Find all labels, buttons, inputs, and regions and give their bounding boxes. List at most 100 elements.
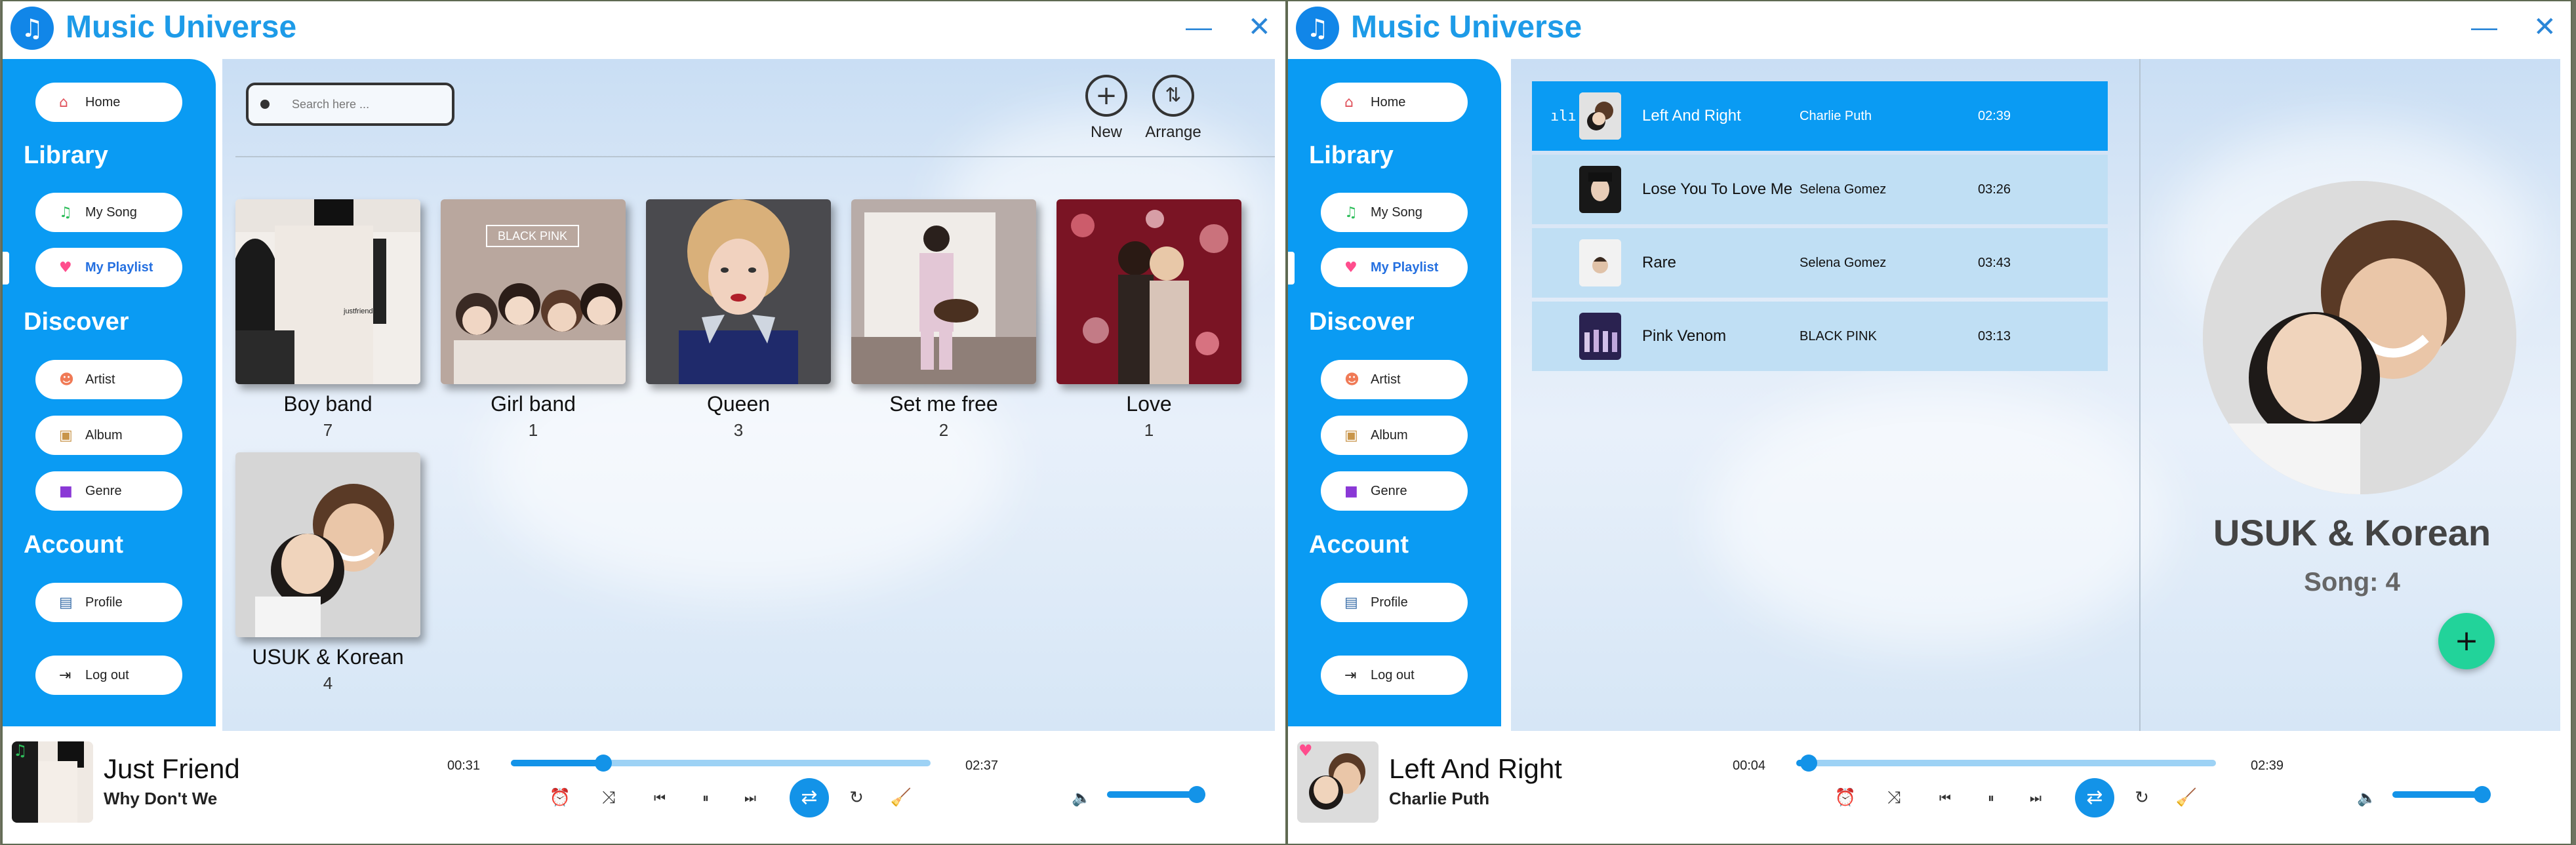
plus-icon: + <box>1085 75 1127 117</box>
sidebar: ⌂ Home Library ♫ My Song ♥ My Playlist Disc… <box>3 59 216 726</box>
sidebar-item-artist[interactable]: ☻ Artist <box>1321 360 1468 399</box>
playlist-count: 4 <box>323 673 333 693</box>
repeat-button[interactable]: ⇄ <box>790 778 829 817</box>
volume-icon[interactable]: 🔈 <box>2357 789 2377 807</box>
cloud-decoration <box>1708 387 2167 649</box>
discover-heading: Discover <box>1309 308 1415 336</box>
volume-handle[interactable] <box>2474 786 2491 803</box>
progress-slider[interactable] <box>1796 755 2216 772</box>
replay-button[interactable]: ↻ <box>2129 785 2155 811</box>
music-note-icon: ♫ <box>1296 7 1339 50</box>
repeat-button[interactable]: ⇄ <box>2075 778 2114 817</box>
arrange-button[interactable]: ⇅ Arrange <box>1140 75 1206 142</box>
music-note-icon: ♫ <box>1344 204 1358 221</box>
playlist-card[interactable]: BLACK PINK Girl band 1 <box>441 199 626 441</box>
box-icon: ▣ <box>59 427 73 444</box>
playlist-card[interactable]: USUK & Korean 4 <box>235 452 420 694</box>
playlist-name: Queen <box>706 392 771 416</box>
shuffle-button[interactable]: ⤨ <box>595 785 622 811</box>
volume-handle[interactable] <box>1188 786 1205 803</box>
sidebar-item-profile[interactable]: ▤ Profile <box>35 583 182 622</box>
song-title: Lose You To Love Me <box>1642 180 1793 198</box>
music-note-icon: ♫ <box>59 204 72 221</box>
progress-slider[interactable] <box>511 755 931 772</box>
progress-handle[interactable] <box>1800 755 1818 772</box>
sidebar-item-label: Genre <box>85 483 122 498</box>
playlist-name: Girl band <box>491 392 576 416</box>
new-label: New <box>1090 123 1122 141</box>
song-row[interactable]: Lose You To Love Me Selena Gomez 03:26 <box>1532 155 2108 224</box>
clear-queue-icon[interactable]: 🧹 <box>2173 785 2200 811</box>
song-row[interactable]: Pink Venom BLACK PINK 03:13 <box>1532 302 2108 371</box>
previous-button[interactable]: ⏮ <box>1932 785 1958 811</box>
account-heading: Account <box>1309 531 1409 559</box>
song-thumbnail <box>1579 166 1621 213</box>
album-art-text: BLACK PINK <box>498 229 567 243</box>
playlist-card[interactable]: Queen 3 <box>646 199 831 441</box>
next-button[interactable]: ⏭ <box>2023 785 2049 811</box>
player-bar: ♫ Just Friend Why Don't We 00:31 02:37 ⏰… <box>3 731 1285 844</box>
progress-handle[interactable] <box>594 755 612 772</box>
next-button[interactable]: ⏭ <box>737 785 763 811</box>
sidebar-item-genre[interactable]: ■ Genre <box>35 471 182 511</box>
clear-queue-icon[interactable]: 🧹 <box>888 785 914 811</box>
logout-icon: ⇥ <box>59 667 71 684</box>
previous-button[interactable]: ⏮ <box>647 785 673 811</box>
sidebar-item-genre[interactable]: ■ Genre <box>1321 471 1468 511</box>
sidebar-item-artist[interactable]: ☻ Artist <box>35 360 182 399</box>
sidebar-item-label: Profile <box>85 595 123 610</box>
heart-icon: ♥ <box>59 259 72 276</box>
sidebar-item-home[interactable]: ⌂ Home <box>35 83 182 122</box>
close-button[interactable]: ✕ <box>2533 13 2556 41</box>
music-note-icon: ♫ <box>13 741 28 760</box>
sidebar-item-album[interactable]: ▣ Album <box>1321 416 1468 455</box>
minimize-button[interactable]: — <box>2471 14 2497 41</box>
alarm-icon[interactable]: ⏰ <box>1832 785 1859 811</box>
playlist-card[interactable]: Love 1 <box>1057 199 1241 441</box>
song-row[interactable]: ılı Left And Right Charlie Puth 02:39 <box>1532 81 2108 151</box>
sidebar-item-my-song[interactable]: ♫ My Song <box>1321 193 1468 232</box>
sidebar-item-my-playlist[interactable]: ♥ My Playlist <box>35 248 182 287</box>
sidebar-item-profile[interactable]: ▤ Profile <box>1321 583 1468 622</box>
volume-slider[interactable] <box>2392 786 2491 803</box>
search-input[interactable]: Search here ... <box>246 83 454 126</box>
sidebar-item-label: My Song <box>85 205 137 220</box>
playlist-grid-area: Search here ... + New ⇅ Arrange justfrie… <box>222 59 1275 731</box>
sidebar-item-label: Genre <box>1371 483 1407 498</box>
sidebar-item-my-song[interactable]: ♫ My Song <box>35 193 182 232</box>
pause-button[interactable]: ⏸ <box>693 785 719 811</box>
album-art-text: justfriends <box>343 307 377 315</box>
volume-icon[interactable]: 🔈 <box>1072 789 1091 807</box>
genre-icon: ■ <box>59 482 73 500</box>
sidebar-item-label: Artist <box>1371 372 1401 387</box>
volume-slider[interactable] <box>1107 786 1205 803</box>
pause-button[interactable]: ⏸ <box>1978 785 2004 811</box>
playlist-card[interactable]: justfriends Boy band 7 <box>235 199 420 441</box>
minimize-button[interactable]: — <box>1186 14 1212 41</box>
title-bar: ♫ Music Universe — ✕ <box>1288 1 2571 59</box>
logout-button[interactable]: ⇥ Log out <box>1321 656 1468 695</box>
playlist-card[interactable]: Set me free 2 <box>851 199 1036 441</box>
close-button[interactable]: ✕ <box>1248 13 1271 41</box>
music-window-playlist-detail: ♫ Music Universe — ✕ ⌂ Home Library ♫ My S… <box>1287 0 2572 845</box>
alarm-icon[interactable]: ⏰ <box>547 785 573 811</box>
sidebar-item-label: Log out <box>85 667 129 682</box>
song-artist: Selena Gomez <box>1800 255 1887 270</box>
sidebar-item-my-playlist[interactable]: ♥ My Playlist <box>1321 248 1468 287</box>
current-time: 00:04 <box>1733 758 1766 773</box>
playlist-song-count: Song: 4 <box>2304 568 2400 597</box>
playlist-cover <box>851 199 1036 384</box>
sidebar-item-album[interactable]: ▣ Album <box>35 416 182 455</box>
song-duration: 02:39 <box>1978 108 2011 123</box>
playlist-name: Love <box>1126 392 1172 416</box>
logout-button[interactable]: ⇥ Log out <box>35 656 182 695</box>
add-song-button[interactable]: + <box>2438 613 2495 669</box>
song-row[interactable]: Rare Selena Gomez 03:43 <box>1532 228 2108 298</box>
replay-button[interactable]: ↻ <box>843 785 870 811</box>
new-playlist-button[interactable]: + New <box>1074 75 1139 142</box>
divider <box>235 156 1275 157</box>
profile-icon: ▤ <box>1344 594 1358 611</box>
heart-icon: ♥ <box>1298 741 1313 760</box>
shuffle-button[interactable]: ⤨ <box>1881 785 1907 811</box>
sidebar-item-home[interactable]: ⌂ Home <box>1321 83 1468 122</box>
